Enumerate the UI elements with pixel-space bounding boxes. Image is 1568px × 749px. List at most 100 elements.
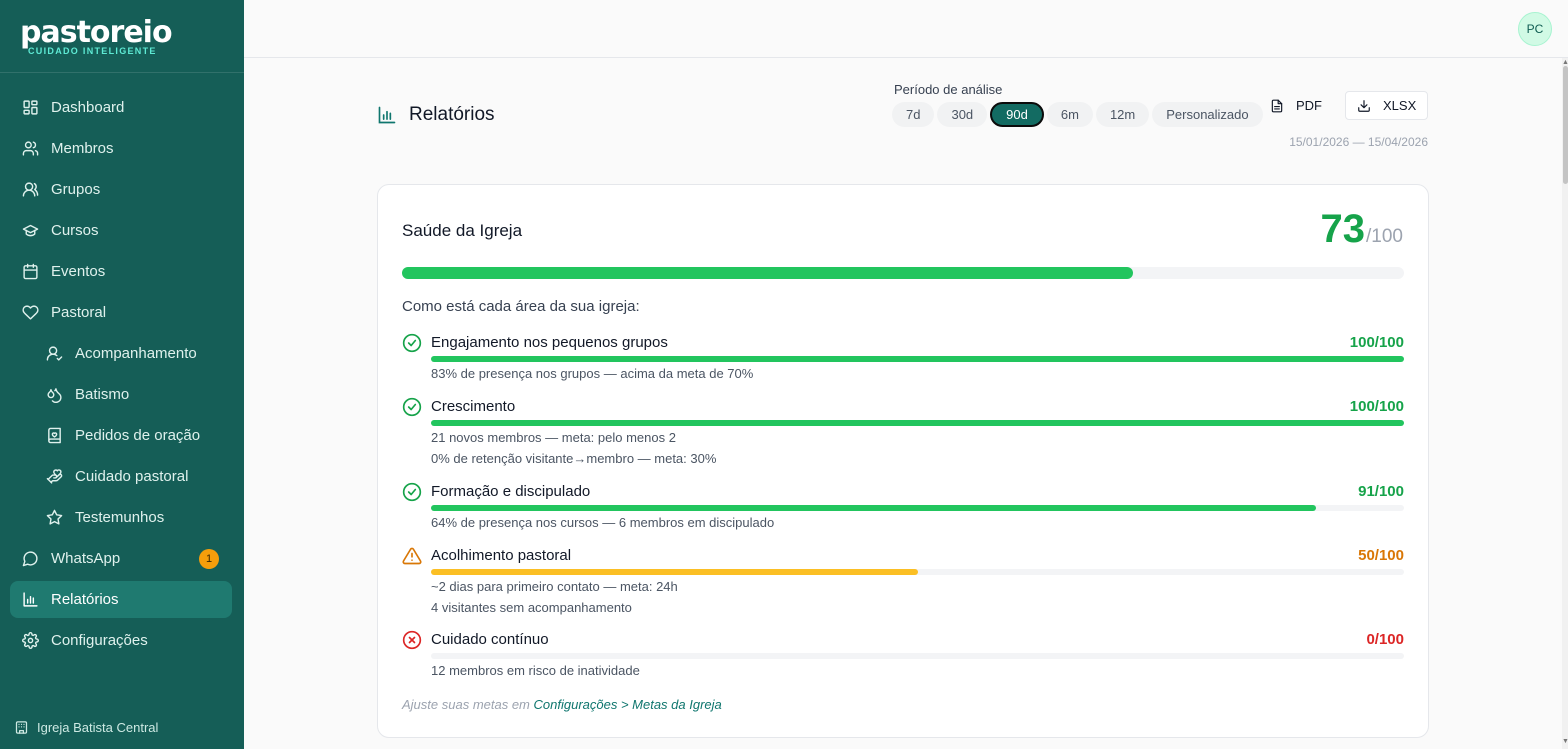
church-health-card: Saúde da Igreja 73 /100 Como está cada á… bbox=[377, 184, 1429, 738]
sidebar-item-batismo[interactable]: Batismo bbox=[10, 376, 232, 413]
area-name: Formação e discipulado bbox=[431, 483, 591, 500]
period-option-6m[interactable]: 6m bbox=[1046, 102, 1093, 127]
area-name: Cuidado contínuo bbox=[431, 631, 549, 648]
sidebar-item-eventos[interactable]: Eventos bbox=[10, 253, 232, 290]
x-circle-icon bbox=[402, 630, 422, 650]
sidebar-item-configuracoes[interactable]: Configurações bbox=[10, 622, 232, 659]
period-option-90d[interactable]: 90d bbox=[990, 102, 1044, 127]
card-subtitle: Como está cada área da sua igreja: bbox=[402, 298, 640, 315]
topbar: PC bbox=[244, 0, 1568, 58]
sidebar-item-cursos[interactable]: Cursos bbox=[10, 212, 232, 249]
sidebar-item-label: Cursos bbox=[51, 222, 99, 239]
alert-triangle-icon bbox=[402, 547, 422, 565]
scroll-down-icon[interactable]: ▼ bbox=[1562, 738, 1568, 745]
date-range: 15/01/2026 — 15/04/2026 bbox=[1289, 135, 1428, 149]
score-value: 73 bbox=[1320, 207, 1366, 251]
sidebar-item-label: Pastoral bbox=[51, 304, 107, 321]
user-check-icon bbox=[46, 346, 63, 361]
book-heart-icon bbox=[48, 427, 61, 444]
scrollbar-thumb[interactable] bbox=[1563, 66, 1568, 184]
check-circle-icon bbox=[402, 333, 422, 353]
sidebar-item-cuidado-pastoral[interactable]: Cuidado pastoral bbox=[10, 458, 232, 495]
area-progress-fill bbox=[431, 505, 1317, 511]
area-detail: 83% de presença nos grupos — acima da me… bbox=[431, 366, 754, 381]
area-detail: 4 visitantes sem acompanhamento bbox=[431, 600, 632, 615]
gear-icon bbox=[22, 632, 39, 649]
church-label: Igreja Batista Central bbox=[37, 720, 159, 735]
period-option-7d[interactable]: 7d bbox=[892, 102, 935, 127]
area-detail: 0% de retenção visitante→membro — meta: … bbox=[431, 451, 717, 466]
sidebar-item-label: Configurações bbox=[51, 632, 148, 649]
card-title: Saúde da Igreja bbox=[402, 221, 523, 240]
heart-icon bbox=[22, 305, 39, 320]
health-progress-bar bbox=[402, 267, 1404, 279]
export-xlsx-label: XLSX bbox=[1383, 98, 1417, 113]
sidebar-item-label: Membros bbox=[51, 140, 114, 157]
sidebar-item-whatsapp[interactable]: WhatsApp 1 bbox=[10, 540, 232, 577]
sidebar-item-relatorios[interactable]: Relatórios bbox=[10, 581, 232, 618]
brand-name: pastoreio bbox=[20, 15, 173, 50]
area-score: 0/100 bbox=[1366, 631, 1404, 648]
church-name[interactable]: Igreja Batista Central bbox=[14, 720, 158, 735]
dashboard-icon bbox=[23, 100, 38, 115]
area-progress-fill bbox=[431, 356, 1404, 362]
users-icon bbox=[22, 141, 39, 156]
health-area-engajamento-nos-pequenos-grupos: Engajamento nos pequenos grupos 100/100 83… bbox=[402, 333, 1404, 381]
health-area-cuidado-continuo: Cuidado contínuo 0/100 12 membros em risco… bbox=[402, 630, 1404, 678]
group-icon bbox=[22, 182, 39, 197]
hand-heart-icon bbox=[46, 469, 63, 484]
check-circle-icon bbox=[402, 482, 422, 502]
sidebar-item-label: Pedidos de oração bbox=[75, 427, 201, 444]
sidebar-item-label: Testemunhos bbox=[75, 509, 165, 526]
sidebar-item-pedidos-de-oracao[interactable]: Pedidos de oração bbox=[10, 417, 232, 454]
area-progress-fill bbox=[431, 420, 1404, 426]
file-text-icon bbox=[1271, 99, 1283, 112]
sidebar-nav: Dashboard Membros Grupos Cursos Eventos Pasto… bbox=[10, 89, 232, 663]
sidebar-item-membros[interactable]: Membros bbox=[10, 130, 232, 167]
area-header: Engajamento nos pequenos grupos 100/100 bbox=[402, 333, 1404, 353]
export-pdf-label: PDF bbox=[1296, 98, 1322, 113]
brand-tagline: CUIDADO INTELIGENTE bbox=[28, 46, 157, 56]
sidebar-item-label: Dashboard bbox=[51, 99, 125, 116]
sidebar-item-testemunhos[interactable]: Testemunhos bbox=[10, 499, 232, 536]
area-name: Engajamento nos pequenos grupos bbox=[431, 334, 668, 351]
sidebar-item-grupos[interactable]: Grupos bbox=[10, 171, 232, 208]
period-option-personalizado[interactable]: Personalizado bbox=[1152, 102, 1263, 127]
footer-note: Ajuste suas metas em Configurações > Met… bbox=[402, 697, 722, 712]
area-detail: ~2 dias para primeiro contato — meta: 24… bbox=[431, 579, 678, 594]
health-progress-fill bbox=[402, 267, 1134, 279]
area-score: 100/100 bbox=[1349, 334, 1404, 351]
area-header: Cuidado contínuo 0/100 bbox=[402, 630, 1404, 650]
bar-chart-icon bbox=[23, 592, 38, 607]
area-score: 91/100 bbox=[1358, 483, 1404, 500]
page-title: Relatórios bbox=[377, 104, 495, 126]
area-score: 50/100 bbox=[1358, 547, 1404, 564]
area-progress-bar bbox=[431, 569, 1404, 575]
sidebar-item-label: Grupos bbox=[51, 181, 101, 198]
check-circle-icon bbox=[402, 397, 422, 417]
sidebar-item-acompanhamento[interactable]: Acompanhamento bbox=[10, 335, 232, 372]
sidebar-divider bbox=[0, 72, 244, 73]
health-area-formacao-e-discipulado: Formação e discipulado 91/100 64% de prese… bbox=[402, 482, 1404, 530]
area-score: 100/100 bbox=[1349, 398, 1404, 415]
bar-chart-icon bbox=[378, 106, 396, 124]
sidebar-item-pastoral[interactable]: Pastoral bbox=[10, 294, 232, 331]
period-option-12m[interactable]: 12m bbox=[1095, 102, 1150, 127]
area-progress-bar bbox=[431, 420, 1404, 426]
sidebar-item-dashboard[interactable]: Dashboard bbox=[10, 89, 232, 126]
sidebar-item-label: Cuidado pastoral bbox=[75, 468, 189, 485]
goals-settings-link[interactable]: Configurações > Metas da Igreja bbox=[534, 697, 722, 712]
period-selector: 7d 30d 90d 6m 12m Personalizado bbox=[892, 102, 1266, 127]
sidebar-item-label: WhatsApp bbox=[51, 550, 121, 567]
notification-badge: 1 bbox=[199, 549, 219, 569]
brand-logo[interactable]: pastoreio CUIDADO INTELIGENTE bbox=[20, 15, 173, 57]
export-pdf-button[interactable]: PDF bbox=[1262, 91, 1330, 120]
area-progress-fill bbox=[431, 569, 918, 575]
avatar[interactable]: PC bbox=[1518, 12, 1552, 46]
health-score: 73 /100 bbox=[1321, 207, 1403, 252]
sidebar-item-label: Relatórios bbox=[51, 591, 119, 608]
period-option-30d[interactable]: 30d bbox=[937, 102, 988, 127]
area-detail: 12 membros em risco de inatividade bbox=[431, 663, 640, 678]
scroll-up-icon[interactable]: ▲ bbox=[1562, 59, 1568, 66]
export-xlsx-button[interactable]: XLSX bbox=[1345, 91, 1429, 120]
